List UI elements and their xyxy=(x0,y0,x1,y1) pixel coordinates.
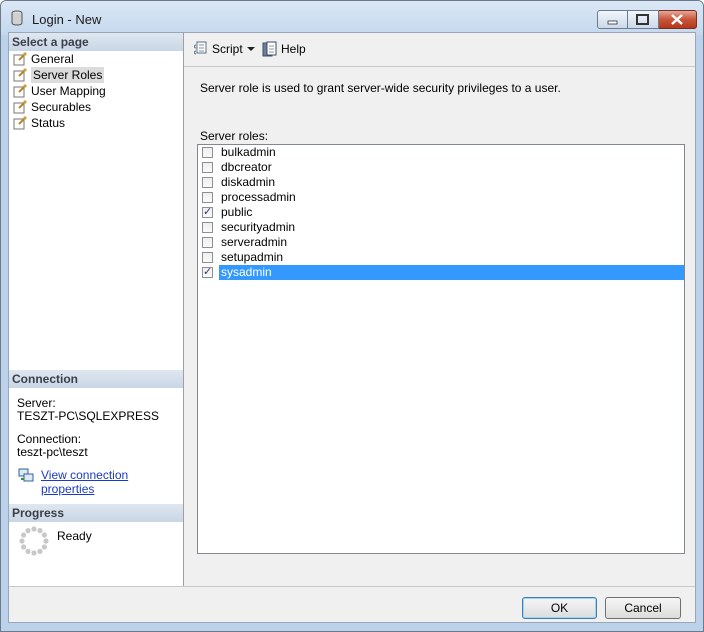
help-icon xyxy=(262,41,277,57)
role-checkbox[interactable] xyxy=(202,147,213,158)
role-label: sysadmin xyxy=(219,265,684,280)
role-label: dbcreator xyxy=(221,160,272,174)
role-item-bulkadmin[interactable]: bulkadmin xyxy=(198,145,684,160)
role-item-public[interactable]: public xyxy=(198,205,684,220)
page-item-label: Securables xyxy=(31,100,92,114)
page-item-label: General xyxy=(31,52,74,66)
page-item-general[interactable]: General xyxy=(13,51,106,67)
page-wrench-icon xyxy=(13,116,27,130)
view-connection-properties-link[interactable]: View connection properties xyxy=(41,468,183,496)
script-button[interactable]: Script xyxy=(193,40,243,58)
connection-value: teszt-pc\teszt xyxy=(17,445,88,459)
connection-properties-icon xyxy=(18,468,34,482)
server-roles-list[interactable]: bulkadmin dbcreator diskadmin processadm… xyxy=(197,144,685,554)
script-dropdown-arrow[interactable] xyxy=(246,40,256,58)
description-text: Server role is used to grant server-wide… xyxy=(200,81,561,95)
role-checkbox[interactable] xyxy=(202,177,213,188)
role-item-processadmin[interactable]: processadmin xyxy=(198,190,684,205)
page-item-label: Status xyxy=(31,116,66,130)
database-icon xyxy=(11,10,23,26)
page-wrench-icon xyxy=(13,68,27,82)
page-item-user-mapping[interactable]: User Mapping xyxy=(13,83,106,99)
minimize-icon xyxy=(607,20,618,25)
close-icon xyxy=(671,14,683,25)
role-item-diskadmin[interactable]: diskadmin xyxy=(198,175,684,190)
role-checkbox[interactable] xyxy=(202,162,213,173)
server-value: TESZT-PC\SQLEXPRESS xyxy=(17,409,160,423)
help-button[interactable]: Help xyxy=(262,40,306,58)
left-panel: Select a page General Server Roles User … xyxy=(9,33,184,586)
progress-status: Ready xyxy=(57,529,92,543)
page-list: General Server Roles User Mapping Secura… xyxy=(13,51,106,131)
toolbar: Script Help xyxy=(184,33,695,67)
minimize-button[interactable] xyxy=(597,10,628,29)
role-checkbox[interactable] xyxy=(202,222,213,233)
page-wrench-icon xyxy=(13,100,27,114)
page-item-status[interactable]: Status xyxy=(13,115,106,131)
role-item-serveradmin[interactable]: serveradmin xyxy=(198,235,684,250)
role-checkbox[interactable] xyxy=(202,192,213,203)
role-item-setupadmin[interactable]: setupadmin xyxy=(198,250,684,265)
maximize-button[interactable] xyxy=(628,10,659,29)
server-roles-label: Server roles: xyxy=(200,129,269,143)
progress-header: Progress xyxy=(9,504,183,522)
maximize-icon xyxy=(636,14,649,25)
role-item-dbcreator[interactable]: dbcreator xyxy=(198,160,684,175)
server-label: Server: xyxy=(17,396,56,410)
role-label: setupadmin xyxy=(221,250,284,264)
role-label: serveradmin xyxy=(221,235,288,249)
script-label: Script xyxy=(212,42,243,56)
role-checkbox[interactable] xyxy=(202,265,213,278)
login-new-window: Login - New Select a page General Server… xyxy=(0,0,704,632)
page-item-securables[interactable]: Securables xyxy=(13,99,106,115)
connection-label: Connection: xyxy=(17,432,82,446)
help-label: Help xyxy=(281,42,306,56)
role-checkbox[interactable] xyxy=(202,205,213,218)
role-item-securityadmin[interactable]: securityadmin xyxy=(198,220,684,235)
ok-button[interactable]: OK xyxy=(522,597,597,619)
select-page-header: Select a page xyxy=(9,33,183,51)
title-bar: Login - New xyxy=(1,1,703,35)
button-bar: OK Cancel xyxy=(9,586,695,623)
role-item-sysadmin[interactable]: sysadmin xyxy=(198,265,684,280)
page-wrench-icon xyxy=(13,52,27,66)
close-button[interactable] xyxy=(659,10,697,29)
page-item-label: Server Roles xyxy=(31,67,105,83)
role-label: processadmin xyxy=(221,190,296,204)
role-checkbox[interactable] xyxy=(202,252,213,263)
window-title: Login - New xyxy=(32,12,102,27)
cancel-button[interactable]: Cancel xyxy=(605,597,681,619)
role-label: securityadmin xyxy=(221,220,296,234)
script-icon xyxy=(194,41,207,55)
dialog-client-area: Select a page General Server Roles User … xyxy=(8,32,696,623)
role-label: bulkadmin xyxy=(221,145,276,159)
connection-header: Connection xyxy=(9,370,183,388)
page-wrench-icon xyxy=(13,84,27,98)
chevron-down-icon xyxy=(247,47,255,51)
main-panel: Script Help Server role is used to grant… xyxy=(184,33,695,586)
page-item-label: User Mapping xyxy=(31,84,106,98)
page-item-server-roles[interactable]: Server Roles xyxy=(13,67,106,83)
progress-spinner-icon xyxy=(19,526,49,556)
role-label: diskadmin xyxy=(221,175,276,189)
role-checkbox[interactable] xyxy=(202,237,213,248)
role-label: public xyxy=(221,205,253,219)
